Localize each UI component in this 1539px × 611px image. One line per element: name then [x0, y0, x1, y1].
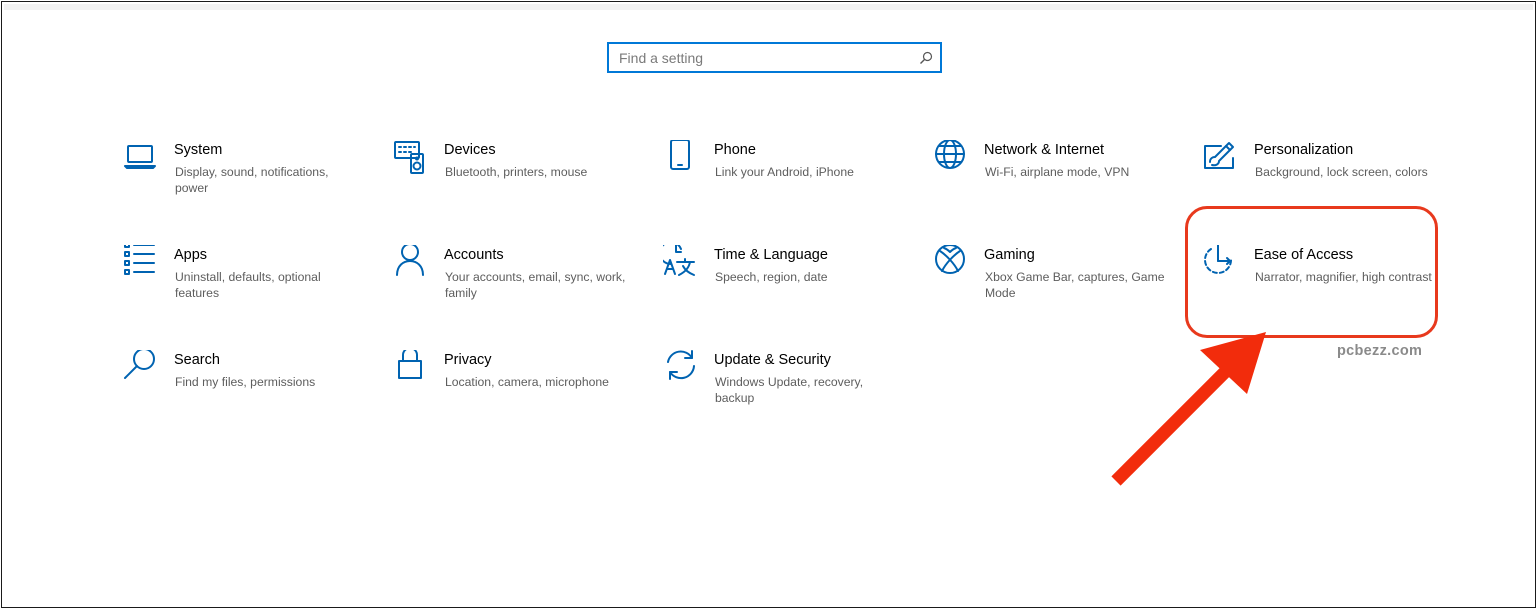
- tile-description: Link your Android, iPhone: [715, 165, 854, 179]
- laptop-icon: [123, 140, 159, 176]
- paint-brush-icon: [1203, 140, 1239, 176]
- window-top-strip: [4, 4, 1533, 10]
- tile-description: Windows Update, recovery, backup: [715, 375, 864, 405]
- tile-description: Location, camera, microphone: [445, 375, 609, 389]
- tile-title: Gaming: [984, 247, 1035, 263]
- tile-description: Your accounts, email, sync, work, family: [445, 270, 626, 300]
- magnifier-icon: [123, 350, 159, 386]
- tile-description: Find my files, permissions: [175, 375, 316, 389]
- search-input[interactable]: [609, 44, 940, 71]
- keyboard-speaker-icon: [393, 140, 429, 176]
- lock-icon: [393, 350, 429, 386]
- highlight-box: [1185, 206, 1438, 338]
- tile-devices[interactable]: Devices Bluetooth, printers, mouse: [393, 140, 633, 230]
- tile-title: Apps: [174, 247, 208, 263]
- tile-title: Time & Language: [714, 247, 828, 263]
- tile-phone[interactable]: Phone Link your Android, iPhone: [663, 140, 903, 230]
- tile-search[interactable]: Search Find my files, permissions: [123, 350, 363, 440]
- apps-list-icon: [123, 245, 159, 281]
- tile-title: Devices: [444, 142, 496, 158]
- tile-title: Search: [174, 352, 220, 368]
- tile-description: Speech, region, date: [715, 270, 828, 284]
- tile-update-security[interactable]: Update & Security Windows Update, recove…: [663, 350, 903, 440]
- xbox-icon: [933, 245, 969, 281]
- tile-description: Xbox Game Bar, captures, Game Mode: [985, 270, 1165, 300]
- clock-language-icon: [663, 245, 699, 281]
- tile-network-internet[interactable]: Network & Internet Wi-Fi, airplane mode,…: [933, 140, 1173, 230]
- tile-accounts[interactable]: Accounts Your accounts, email, sync, wor…: [393, 245, 633, 335]
- person-icon: [393, 245, 429, 281]
- watermark-text: pcbezz.com: [1337, 343, 1423, 359]
- tile-time-language[interactable]: Time & Language Speech, region, date: [663, 245, 903, 335]
- tile-gaming[interactable]: Gaming Xbox Game Bar, captures, Game Mod…: [933, 245, 1173, 335]
- search-box[interactable]: [607, 42, 942, 73]
- tile-title: Update & Security: [714, 352, 831, 368]
- search-icon[interactable]: [919, 51, 933, 65]
- tile-apps[interactable]: Apps Uninstall, defaults, optional featu…: [123, 245, 363, 335]
- tile-description: Background, lock screen, colors: [1255, 165, 1428, 179]
- tile-title: Network & Internet: [984, 142, 1105, 158]
- sync-arrows-icon: [663, 350, 699, 386]
- tile-description: Wi-Fi, airplane mode, VPN: [985, 165, 1130, 179]
- globe-icon: [933, 140, 969, 176]
- phone-icon: [663, 140, 699, 176]
- tile-title: Phone: [714, 142, 756, 158]
- tile-title: System: [174, 142, 223, 158]
- tile-description: Display, sound, notifications, power: [175, 165, 329, 195]
- tile-description: Bluetooth, printers, mouse: [445, 165, 588, 179]
- tile-system[interactable]: System Display, sound, notifications, po…: [123, 140, 363, 230]
- tile-title: Personalization: [1254, 142, 1354, 158]
- tile-description: Uninstall, defaults, optional features: [175, 270, 321, 300]
- tile-title: Accounts: [444, 247, 504, 263]
- tile-privacy[interactable]: Privacy Location, camera, microphone: [393, 350, 633, 440]
- tile-title: Privacy: [444, 352, 492, 368]
